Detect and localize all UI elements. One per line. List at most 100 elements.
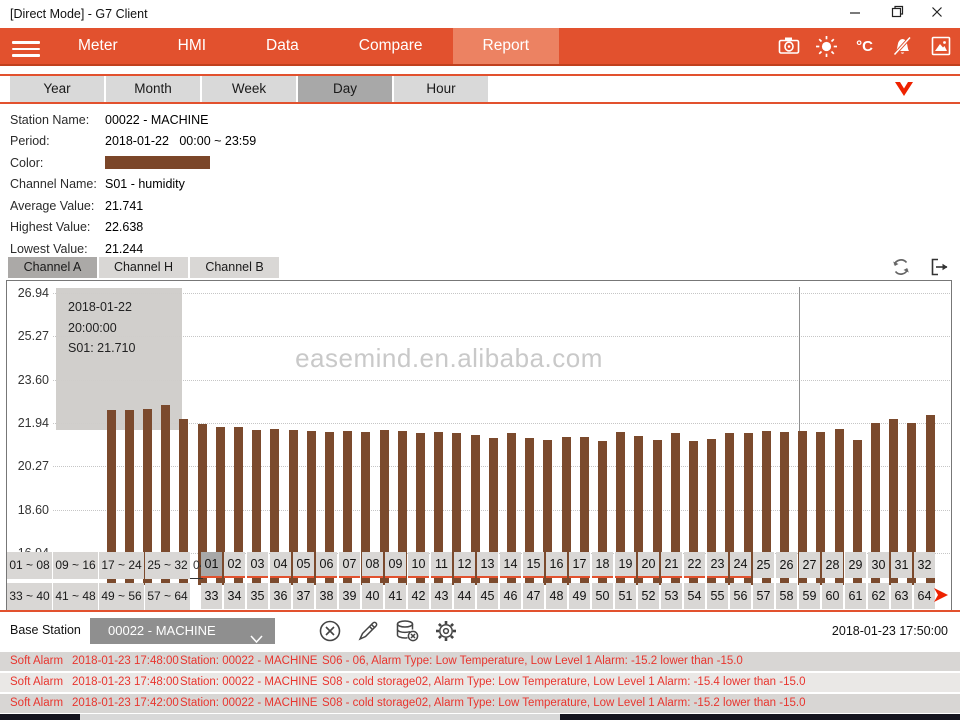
tab-channel-b[interactable]: Channel B (190, 257, 279, 278)
x-number-button[interactable]: 11 (431, 552, 452, 578)
x-number-button[interactable]: 07 (339, 552, 360, 578)
x-number-button[interactable]: 52 (638, 583, 659, 609)
x-number-button[interactable]: 37 (293, 583, 314, 609)
x-number-button[interactable]: 03 (247, 552, 268, 578)
x-group-button[interactable]: 25 ~ 32 (145, 552, 190, 579)
x-group-button[interactable]: 17 ~ 24 (99, 552, 144, 579)
tab-channel-a[interactable]: Channel A (8, 257, 97, 278)
x-group-button[interactable]: 33 ~ 40 (7, 583, 52, 610)
x-number-button[interactable]: 56 (730, 583, 751, 609)
export-icon[interactable] (928, 256, 950, 278)
settings-gear-icon[interactable] (434, 619, 458, 643)
celsius-icon[interactable]: °C (853, 35, 876, 58)
menu-item-report[interactable]: Report (453, 28, 560, 64)
database-remove-icon[interactable] (394, 619, 420, 643)
x-number-button[interactable]: 28 (822, 552, 843, 578)
x-number-button[interactable]: 22 (684, 552, 705, 578)
brightness-icon[interactable] (815, 35, 838, 58)
x-number-button[interactable]: 60 (822, 583, 843, 609)
scrollbar-thumb[interactable] (80, 714, 560, 720)
x-number-button[interactable]: 31 (891, 552, 912, 578)
x-number-button[interactable]: 17 (569, 552, 590, 578)
x-number-button[interactable]: 24 (730, 552, 751, 578)
x-number-button[interactable]: 09 (385, 552, 406, 578)
x-number-button[interactable]: 20 (638, 552, 659, 578)
x-number-button[interactable]: 34 (224, 583, 245, 609)
expand-chevron-down-icon[interactable] (894, 82, 914, 102)
x-number-button[interactable]: 39 (339, 583, 360, 609)
menu-item-meter[interactable]: Meter (48, 28, 148, 64)
minimize-button[interactable] (840, 0, 870, 28)
x-number-button[interactable]: 33 (201, 583, 222, 609)
x-group-button[interactable]: 01 ~ 08 (7, 552, 52, 579)
x-number-button[interactable]: 62 (868, 583, 889, 609)
x-group-button[interactable]: 41 ~ 48 (53, 583, 98, 610)
x-number-button[interactable]: 41 (385, 583, 406, 609)
x-number-button[interactable]: 08 (362, 552, 383, 578)
x-number-button[interactable]: 63 (891, 583, 912, 609)
tab-day[interactable]: Day (298, 76, 392, 102)
x-number-button[interactable]: 43 (431, 583, 452, 609)
x-number-button[interactable]: 27 (799, 552, 820, 578)
refresh-icon[interactable] (890, 256, 912, 278)
tab-week[interactable]: Week (202, 76, 296, 102)
x-number-button[interactable]: 38 (316, 583, 337, 609)
x-number-button[interactable]: 59 (799, 583, 820, 609)
x-number-button[interactable]: 36 (270, 583, 291, 609)
cancel-circle-icon[interactable] (318, 619, 342, 643)
x-number-button[interactable]: 45 (477, 583, 498, 609)
x-number-button[interactable]: 58 (776, 583, 797, 609)
x-group-button[interactable]: 09 ~ 16 (53, 552, 98, 579)
x-number-button[interactable]: 29 (845, 552, 866, 578)
x-number-button[interactable]: 57 (753, 583, 774, 609)
alarm-mute-icon[interactable] (891, 35, 914, 58)
x-number-button[interactable]: 64 (914, 583, 935, 609)
base-station-dropdown[interactable]: 00022 - MACHINE (90, 618, 275, 644)
hamburger-menu-icon[interactable] (12, 37, 40, 55)
x-number-button[interactable]: 48 (546, 583, 567, 609)
horizontal-scrollbar[interactable] (0, 714, 960, 720)
menu-item-data[interactable]: Data (236, 28, 329, 64)
x-number-button[interactable]: 55 (707, 583, 728, 609)
x-number-button[interactable]: 15 (523, 552, 544, 578)
edit-pencil-icon[interactable] (356, 619, 380, 643)
x-number-button[interactable]: 18 (592, 552, 613, 578)
x-number-button[interactable]: 44 (454, 583, 475, 609)
x-number-button[interactable]: 10 (408, 552, 429, 578)
x-number-button[interactable]: 61 (845, 583, 866, 609)
x-number-button[interactable]: 40 (362, 583, 383, 609)
x-number-button[interactable]: 25 (753, 552, 774, 578)
x-number-button[interactable]: 46 (500, 583, 521, 609)
x-number-button[interactable]: 16 (546, 552, 567, 578)
tab-hour[interactable]: Hour (394, 76, 488, 102)
close-button[interactable] (922, 0, 952, 28)
camera-icon[interactable] (777, 35, 800, 58)
x-number-button[interactable]: 19 (615, 552, 636, 578)
x-number-button[interactable]: 30 (868, 552, 889, 578)
tab-year[interactable]: Year (10, 76, 104, 102)
scroll-right-arrow-icon[interactable] (933, 587, 949, 608)
menu-item-compare[interactable]: Compare (329, 28, 453, 64)
x-number-button[interactable]: 26 (776, 552, 797, 578)
x-number-button[interactable]: 05 (293, 552, 314, 578)
x-number-button[interactable]: 54 (684, 583, 705, 609)
x-group-button[interactable]: 49 ~ 56 (99, 583, 144, 610)
x-number-button[interactable]: 23 (707, 552, 728, 578)
tab-channel-h[interactable]: Channel H (99, 257, 188, 278)
image-box-icon[interactable] (929, 35, 952, 58)
x-number-button[interactable]: 04 (270, 552, 291, 578)
x-number-button[interactable]: 51 (615, 583, 636, 609)
tab-month[interactable]: Month (106, 76, 200, 102)
x-group-button[interactable]: 57 ~ 64 (145, 583, 190, 610)
x-number-button[interactable]: 50 (592, 583, 613, 609)
x-number-button[interactable]: 02 (224, 552, 245, 578)
x-number-button[interactable]: 47 (523, 583, 544, 609)
x-number-button[interactable]: 32 (914, 552, 935, 578)
x-number-button[interactable]: 21 (661, 552, 682, 578)
x-number-button[interactable]: 35 (247, 583, 268, 609)
x-number-button[interactable]: 01 (201, 552, 222, 578)
x-number-button[interactable]: 12 (454, 552, 475, 578)
x-number-button[interactable]: 13 (477, 552, 498, 578)
x-number-button[interactable]: 49 (569, 583, 590, 609)
menu-item-hmi[interactable]: HMI (148, 28, 236, 64)
